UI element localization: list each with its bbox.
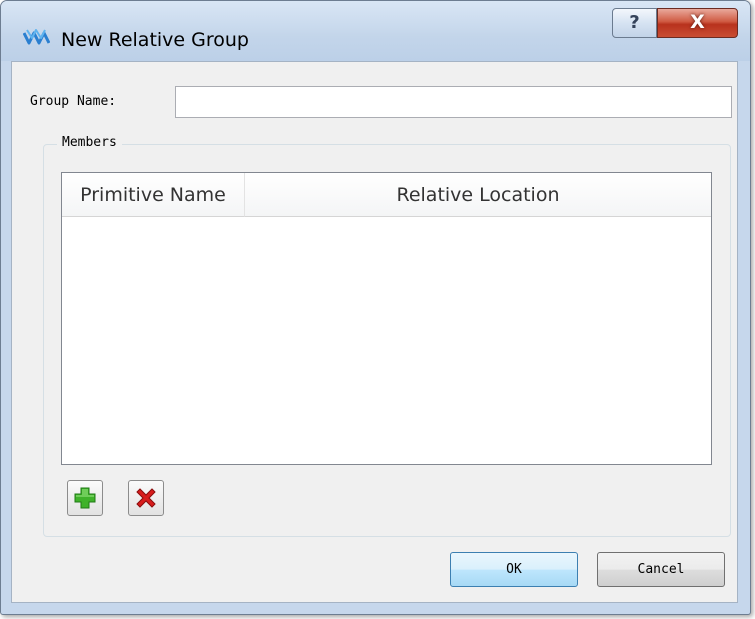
title-bar[interactable]: New Relative Group ? X (1, 1, 750, 61)
app-logo-icon (23, 29, 50, 45)
members-groupbox-title: Members (57, 135, 122, 151)
ok-button[interactable]: OK (450, 552, 578, 587)
column-header-relative-location[interactable]: Relative Location (245, 173, 711, 217)
group-name-label: Group Name: (30, 94, 117, 109)
column-header-primitive-name[interactable]: Primitive Name (62, 173, 245, 217)
add-member-button[interactable] (67, 480, 103, 516)
delete-x-icon (136, 488, 156, 508)
close-button[interactable]: X (657, 8, 738, 38)
plus-icon (74, 487, 96, 509)
members-table[interactable]: Primitive Name Relative Location (61, 172, 712, 465)
remove-member-button[interactable] (128, 480, 164, 516)
help-button[interactable]: ? (612, 8, 657, 38)
group-name-input[interactable] (175, 86, 732, 118)
window-title: New Relative Group (61, 29, 249, 51)
cancel-button[interactable]: Cancel (597, 552, 725, 587)
